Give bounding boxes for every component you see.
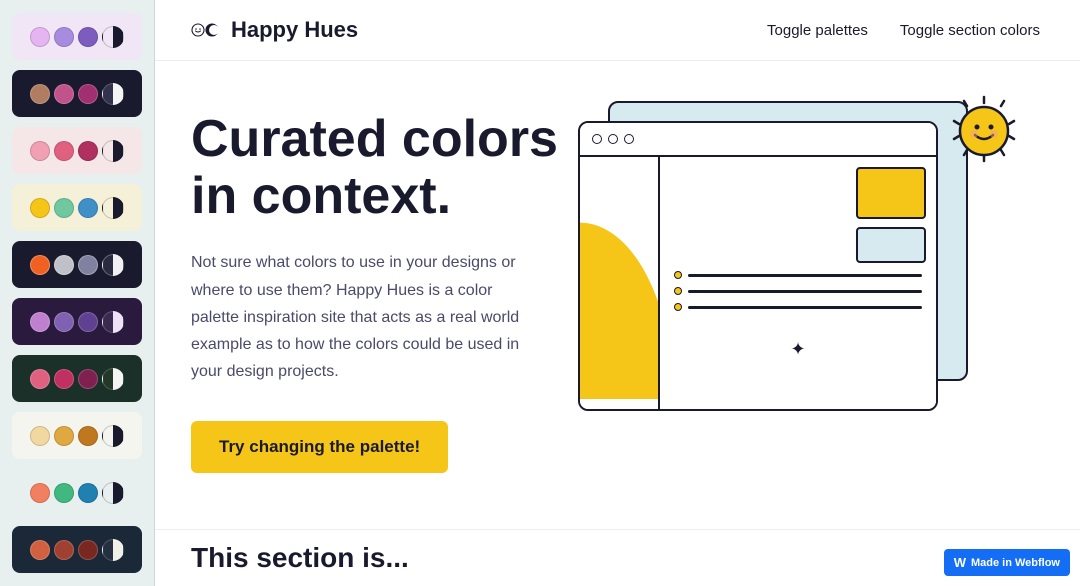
browser-body: ✦ [580, 157, 936, 409]
browser-list-row-1 [674, 271, 922, 279]
browser-list-line-2 [688, 290, 922, 293]
browser-topbar [580, 123, 936, 157]
hero-illustration: ✦ [558, 91, 1040, 451]
browser-list-dot-3 [674, 303, 682, 311]
browser-gray-card [856, 227, 926, 263]
palette-item-7[interactable] [12, 355, 142, 402]
toggle-palettes-link[interactable]: Toggle palettes [767, 22, 868, 39]
toggle-section-colors-link[interactable]: Toggle section colors [900, 22, 1040, 39]
palette-item-9[interactable] [12, 469, 142, 516]
app-title: Happy Hues [231, 17, 358, 43]
bottom-title: This section is... [191, 542, 409, 573]
browser-curve [580, 157, 658, 399]
browser-list-line-1 [688, 274, 922, 277]
browser-sidebar [580, 157, 660, 409]
palette-item-1[interactable] [12, 13, 142, 60]
browser-list-line-3 [688, 306, 922, 309]
happy-hues-logo-svg [191, 16, 219, 44]
hero-text: Curated colors in context. Not sure what… [191, 111, 558, 473]
browser-dot-3 [624, 134, 634, 144]
browser-window-front: ✦ [578, 121, 938, 411]
browser-dot-2 [608, 134, 618, 144]
bottom-section: This section is... [155, 529, 1080, 586]
palette-item-8[interactable] [12, 412, 142, 459]
palette-item-6[interactable] [12, 298, 142, 345]
browser-list-row-3 [674, 303, 922, 311]
logo-icon [191, 16, 219, 44]
palette-item-10[interactable] [12, 526, 142, 573]
crosshair-icon: ✦ [670, 339, 926, 360]
palette-sidebar [0, 0, 155, 586]
hero-title: Curated colors in context. [191, 111, 558, 225]
main-content: Happy Hues Toggle palettes Toggle sectio… [155, 0, 1080, 586]
hero-description: Not sure what colors to use in your desi… [191, 249, 531, 385]
browser-list-dot-2 [674, 287, 682, 295]
webflow-badge[interactable]: W Made in Webflow [944, 549, 1070, 576]
header-nav: Toggle palettes Toggle section colors [767, 22, 1040, 39]
browser-dot-1 [592, 134, 602, 144]
header: Happy Hues Toggle palettes Toggle sectio… [155, 0, 1080, 61]
palette-item-4[interactable] [12, 184, 142, 231]
browser-list-row-2 [674, 287, 922, 295]
browser-list-dot-1 [674, 271, 682, 279]
palette-item-3[interactable] [12, 127, 142, 174]
browser-list [670, 271, 926, 311]
palette-item-5[interactable] [12, 241, 142, 288]
hero-section: Curated colors in context. Not sure what… [155, 61, 1080, 529]
browser-main: ✦ [660, 157, 936, 409]
palette-item-2[interactable] [12, 70, 142, 117]
webflow-w-icon: W [954, 555, 966, 570]
cta-button[interactable]: Try changing the palette! [191, 421, 448, 473]
browser-yellow-card [856, 167, 926, 219]
sun-character [946, 93, 1022, 169]
logo-area: Happy Hues [191, 16, 358, 44]
